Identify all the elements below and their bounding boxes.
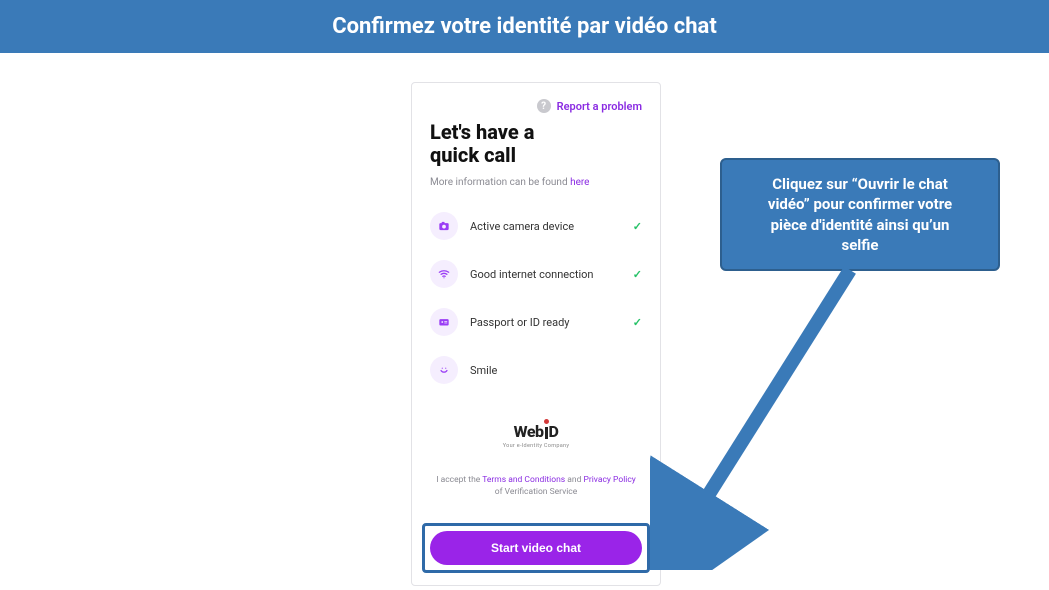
arrow-icon xyxy=(650,260,910,570)
accept-suffix: of Verification Service xyxy=(495,487,578,497)
instruction-callout: Cliquez sur “Ouvrir le chat vidéo” pour … xyxy=(720,158,1000,271)
start-video-chat-button[interactable]: Start video chat xyxy=(430,531,642,565)
help-icon[interactable]: ? xyxy=(537,99,551,113)
more-info-here-link[interactable]: here xyxy=(570,177,589,188)
brand-tagline: Your e-Identity Company xyxy=(430,443,642,449)
list-item: Smile xyxy=(430,346,642,394)
privacy-link[interactable]: Privacy Policy xyxy=(583,475,635,485)
brand-i-icon xyxy=(545,425,548,439)
camera-icon xyxy=(430,212,458,240)
check-icon: ✓ xyxy=(633,220,642,233)
verification-panel: ? Report a problem Let's have a quick ca… xyxy=(411,82,661,586)
list-item: Good internet connection ✓ xyxy=(430,250,642,298)
more-info-prefix: More information can be found xyxy=(430,177,570,188)
brand-logo: Web D Your e-Identity Company xyxy=(430,422,642,449)
report-problem-link[interactable]: Report a problem xyxy=(557,100,642,113)
callout-line: Cliquez sur “Ouvrir le chat xyxy=(738,174,982,194)
check-icon: ✓ xyxy=(633,316,642,329)
list-item: Active camera device ✓ xyxy=(430,202,642,250)
row-label: Good internet connection xyxy=(470,268,621,281)
row-label: Smile xyxy=(470,364,630,377)
accept-and: and xyxy=(565,475,583,485)
callout-line: pièce d'identité ainsi qu’un xyxy=(738,215,982,235)
row-label: Passport or ID ready xyxy=(470,316,621,329)
title-line1: Let's have a xyxy=(430,121,642,144)
smile-icon xyxy=(430,356,458,384)
banner-title: Confirmez votre identité par vidéo chat xyxy=(332,14,717,39)
brand-name-right: D xyxy=(549,422,559,441)
accept-text: I accept the Terms and Conditions and Pr… xyxy=(430,475,642,499)
check-icon: ✓ xyxy=(633,268,642,281)
more-info: More information can be found here xyxy=(430,177,642,188)
page-title: Let's have a quick call xyxy=(430,121,642,167)
cta-highlight-box: Start video chat xyxy=(422,523,650,573)
row-label: Active camera device xyxy=(470,220,621,233)
terms-link[interactable]: Terms and Conditions xyxy=(482,475,565,485)
list-item: Passport or ID ready ✓ xyxy=(430,298,642,346)
title-line2: quick call xyxy=(430,144,642,167)
top-links: ? Report a problem xyxy=(430,99,642,113)
id-card-icon xyxy=(430,308,458,336)
brand-name-left: Web xyxy=(514,422,544,441)
accept-prefix: I accept the xyxy=(436,475,482,485)
wifi-icon xyxy=(430,260,458,288)
callout-line: vidéo” pour confirmer votre xyxy=(738,194,982,214)
banner: Confirmez votre identité par vidéo chat xyxy=(0,0,1049,53)
callout-line: selfie xyxy=(738,235,982,255)
